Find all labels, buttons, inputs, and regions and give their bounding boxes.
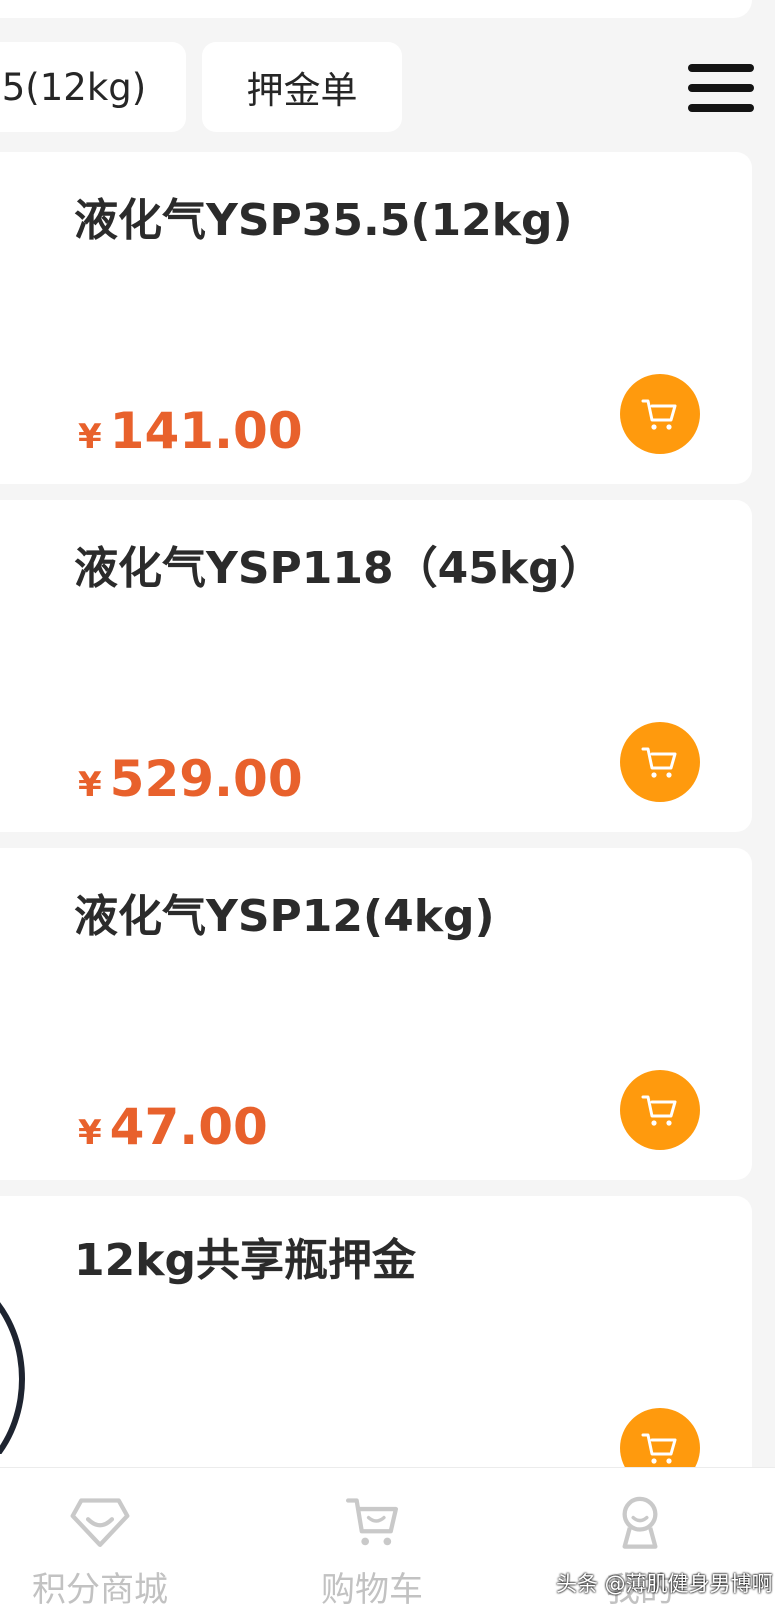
hamburger-menu-icon[interactable] xyxy=(688,60,754,116)
product-price: ¥ 47.00 xyxy=(78,1098,268,1156)
diamond-icon xyxy=(70,1498,130,1548)
user-icon xyxy=(622,1496,658,1549)
price-value: 529.00 xyxy=(109,750,303,808)
product-price: ¥ 141.00 xyxy=(78,402,303,460)
product-thumbnail xyxy=(0,1224,30,1454)
cart-icon xyxy=(641,747,677,778)
product-card[interactable]: 液化气YSP118（45kg） ¥ 529.00 xyxy=(0,500,752,832)
product-title: 液化气YSP12(4kg) xyxy=(74,891,495,942)
tab-label: 购物车 xyxy=(321,1570,423,1610)
product-title: 液化气YSP35.5(12kg) xyxy=(74,195,573,246)
category-filter-bar: .5(12kg) 押金单 xyxy=(0,42,680,132)
add-to-cart-button[interactable] xyxy=(620,722,700,802)
add-to-cart-button[interactable] xyxy=(620,374,700,454)
search-bar-fragment xyxy=(0,0,752,18)
tab-points-mall[interactable]: 积分商城 xyxy=(30,1468,170,1610)
filter-chip-12kg[interactable]: .5(12kg) xyxy=(0,42,186,132)
currency-symbol: ¥ xyxy=(78,1113,102,1153)
add-to-cart-button[interactable] xyxy=(620,1070,700,1150)
product-title: 12kg共享瓶押金 xyxy=(74,1235,416,1286)
cart-icon xyxy=(641,1095,677,1126)
cart-icon xyxy=(641,399,677,430)
currency-symbol: ¥ xyxy=(78,765,102,805)
cart-icon xyxy=(345,1498,399,1546)
filter-chip-deposit-order[interactable]: 押金单 xyxy=(202,42,402,132)
price-value: 141.00 xyxy=(109,402,303,460)
currency-symbol: ¥ xyxy=(78,417,102,457)
product-card[interactable]: 液化气YSP35.5(12kg) ¥ 141.00 xyxy=(0,152,752,484)
cart-icon xyxy=(641,1433,677,1464)
tab-cart[interactable]: 购物车 xyxy=(312,1468,432,1610)
watermark: 头条 @薄肌健身男博啊 xyxy=(556,1572,773,1596)
price-value: 47.00 xyxy=(109,1098,268,1156)
product-title: 液化气YSP118（45kg） xyxy=(74,543,604,594)
product-price: ¥ 529.00 xyxy=(78,750,303,808)
product-list-page: .5(12kg) 押金单 液化气YSP35.5(12kg) ¥ 141.00 液… xyxy=(0,0,775,1610)
product-card[interactable]: 液化气YSP12(4kg) ¥ 47.00 xyxy=(0,848,752,1180)
tab-label: 积分商城 xyxy=(32,1570,168,1610)
